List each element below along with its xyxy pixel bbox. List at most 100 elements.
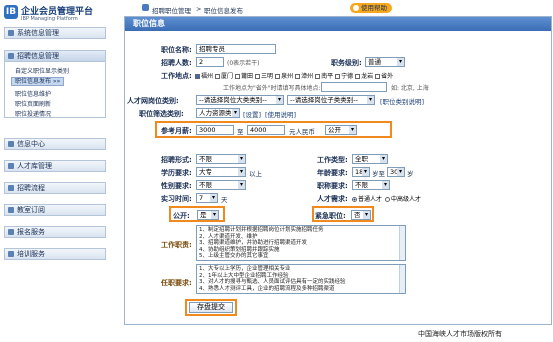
urgent-select[interactable]: 否 <box>351 210 371 220</box>
menu-system-info[interactable]: 系统信息管理 <box>4 27 106 39</box>
location-checkbox[interactable] <box>295 74 301 79</box>
menu-label: 教室订阅 <box>17 206 45 214</box>
edu-select[interactable]: 大专 <box>196 167 246 177</box>
category-tip-link[interactable]: [职位类别说明] <box>380 96 424 106</box>
intern-time-select[interactable]: 7 <box>196 193 218 203</box>
talent-senior-label: 中高级人才 <box>390 196 421 203</box>
breadcrumb-separator: > <box>196 5 202 13</box>
sex-label: 性别要求: <box>161 182 192 190</box>
sex-select[interactable]: 不限 <box>196 180 246 190</box>
age-from-select[interactable]: 18 <box>352 167 370 177</box>
submenu-item-refresh[interactable]: 职位页面刷新 <box>15 99 51 108</box>
location-checkbox[interactable] <box>215 74 221 79</box>
job-form-panel: 职位信息 职位名称: 招聘专员 招聘人数: 2 (0表示若干) 职务级别: 普通… <box>124 16 552 325</box>
menu-subscription[interactable]: 教室订阅 <box>4 204 106 216</box>
submenu-item-maintain[interactable]: 职位信息维护 <box>15 89 51 98</box>
level-select[interactable]: 普通 <box>365 57 405 67</box>
edu-suffix: 以上 <box>249 170 262 178</box>
salary-from-input[interactable]: 3000 <box>196 125 234 135</box>
location-checkbox-label: 泉州 <box>281 73 294 80</box>
folder-icon <box>8 207 14 213</box>
folder-icon <box>8 185 14 191</box>
location-checkbox[interactable] <box>255 74 261 79</box>
menu-label: 培训服务 <box>17 250 45 258</box>
location-checkbox[interactable] <box>275 74 281 79</box>
breadcrumb-current: 职位信息发布 <box>204 7 243 15</box>
requirement-scrollbar[interactable] <box>399 265 405 293</box>
intern-time-unit: 天 <box>221 196 228 204</box>
menu-recruit-flow[interactable]: 招聘流程 <box>4 182 106 194</box>
salary-open-select[interactable]: 公开 <box>325 125 357 135</box>
submenu-item-custom-category[interactable]: 自定义职位显示类别 <box>15 66 69 75</box>
jobcat-label: 职位筛选类别: <box>139 110 184 118</box>
submenu-item-delivery[interactable]: 职位投递情况 <box>15 109 51 118</box>
category-main-select[interactable]: --请选择岗位大类类别-- <box>196 95 284 105</box>
location-checkbox[interactable] <box>375 74 381 79</box>
app-window: IB 企业会员管理平台 IBP Managing Platform 系统信息管理… <box>0 0 553 342</box>
menu-talent-pool[interactable]: 人才库管理 <box>4 160 106 172</box>
requirement-textarea[interactable]: 1、大专以上学历，企业管理相关专业 2、1年以上大中型企业招聘工作经验 3、对人… <box>196 264 406 294</box>
menu-training[interactable]: 培训服务 <box>4 248 106 260</box>
category-sub-select[interactable]: --请选择岗位子类类别-- <box>287 95 375 105</box>
category-label: 人才网岗位类别: <box>127 97 179 105</box>
duty-textarea[interactable]: 1、制定招聘计划并根据招聘岗位计划实施招聘任务 2、人才渠道开发、维护 3、招聘… <box>196 225 406 261</box>
help-label: 使用帮助 <box>361 4 387 12</box>
jobcat-set-link[interactable]: [设置] <box>243 109 261 119</box>
location-checkbox-label: 宁德 <box>341 73 354 80</box>
location-checkbox[interactable] <box>335 74 341 79</box>
salary-to-input[interactable]: 4000 <box>247 125 285 135</box>
folder-icon <box>8 53 14 59</box>
talent-radios: 普通人才 中高级人才 <box>351 194 421 203</box>
submenu-item-publish[interactable]: 职位信息发布 »» <box>11 77 65 86</box>
logo: IB 企业会员管理平台 IBP Managing Platform <box>4 2 108 24</box>
intern-time-label: 实习时间: <box>161 195 192 203</box>
talent-normal-label: 普通人才 <box>358 196 383 203</box>
job-name-label: 职位名称: <box>161 46 192 54</box>
recruit-type-select[interactable]: 不限 <box>196 154 246 164</box>
breadcrumb: 招聘职位管理 > 职位信息发布 使用帮助 <box>124 2 553 15</box>
menu-label: 招聘流程 <box>17 184 45 192</box>
location-note: 工作地点为"省外"时请填写具体地点: <box>223 85 321 92</box>
folder-icon <box>8 163 14 169</box>
duty-scrollbar[interactable] <box>399 226 405 260</box>
location-checkbox-label: 厦门 <box>221 73 234 80</box>
title-req-select[interactable]: 不限 <box>352 180 390 190</box>
menu-signup[interactable]: 报名服务 <box>4 226 106 238</box>
menu-info-center[interactable]: 信息中心 <box>4 138 106 150</box>
location-checkbox[interactable] <box>315 74 321 79</box>
age-label: 年龄要求: <box>317 169 348 177</box>
recruit-type-label: 招聘形式: <box>161 156 192 164</box>
menu-recruit-info[interactable]: 招聘信息管理 <box>4 50 106 62</box>
duty-label: 工作职责: <box>161 241 192 249</box>
breadcrumb-item[interactable]: 招聘职位管理 <box>152 5 191 15</box>
talent-senior-radio[interactable] <box>384 197 390 202</box>
jobcat-help-link[interactable]: [使用说明] <box>265 109 296 119</box>
help-button[interactable]: 使用帮助 <box>350 3 392 13</box>
salary-label: 参考月薪: <box>161 127 192 135</box>
location-checkbox[interactable] <box>195 74 200 79</box>
duty-line: 5、上级主管交办的其它事宜 <box>199 253 269 259</box>
menu-label: 报名服务 <box>17 228 45 236</box>
location-checkbox-label: 漳州 <box>301 73 314 80</box>
urgent-label: 紧急职位: <box>315 212 346 220</box>
location-checkbox-label: 南平 <box>321 73 334 80</box>
count-input[interactable]: 2 <box>196 57 224 67</box>
location-checkbox-label: 福州 <box>201 73 214 80</box>
location-other-input[interactable] <box>321 82 387 92</box>
public-select[interactable]: 是 <box>197 210 219 220</box>
work-type-select[interactable]: 全职 <box>352 154 388 164</box>
footer-copyright: 中国海峡人才市场版权所有 <box>418 330 502 338</box>
age-to-select[interactable]: 30 <box>387 167 405 177</box>
logo-subtitle: IBP Managing Platform <box>21 16 78 22</box>
requirement-line: 4、熟悉人才测评工具，企业的招聘流程及多种招聘渠道 <box>199 285 335 292</box>
save-button[interactable]: 存盘提交 <box>189 302 233 313</box>
location-checkbox-label: 莆田 <box>241 73 254 80</box>
talent-normal-radio[interactable] <box>352 197 357 202</box>
job-name-input[interactable]: 招聘专员 <box>196 44 276 54</box>
folder-icon <box>8 229 14 235</box>
jobcat-select[interactable]: 人力资源类 <box>196 108 240 118</box>
location-checkbox[interactable] <box>355 74 361 79</box>
title-req-label: 职称要求: <box>317 182 348 190</box>
location-checkbox[interactable] <box>235 74 241 79</box>
requirement-label: 任职要求: <box>161 279 192 287</box>
